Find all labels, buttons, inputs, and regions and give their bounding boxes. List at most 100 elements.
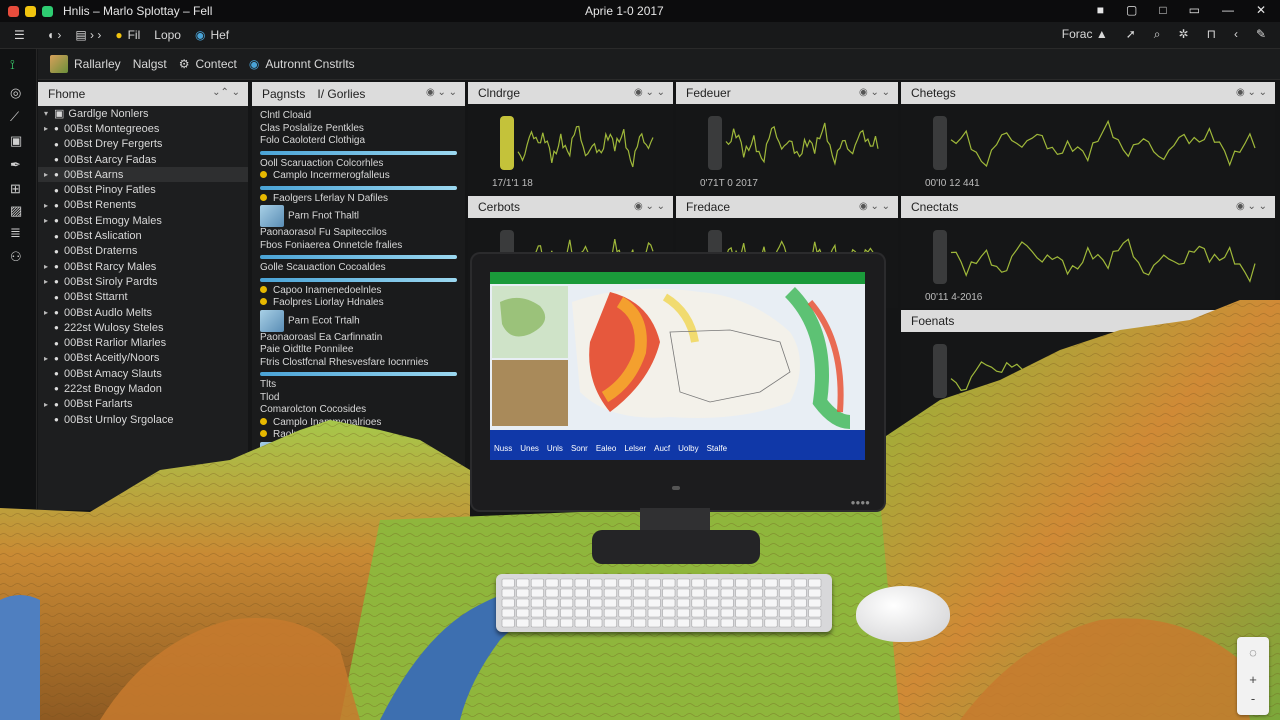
desktop-monitor: Nuss Unes Unls Sonr Ealeo Lelser Aucf Uolby Stal…: [472, 254, 884, 510]
keyboard-key: [545, 608, 559, 618]
keyboard-key: [530, 588, 544, 598]
keyboard-key: [764, 598, 778, 608]
keyboard-key: [676, 618, 690, 628]
keyboard-key: [545, 598, 559, 608]
keyboard-key: [647, 578, 661, 588]
keyboard-key: [618, 618, 632, 628]
keyboard-key: [691, 618, 705, 628]
keyboard-key: [691, 598, 705, 608]
keyboard-key: [749, 618, 763, 628]
keyboard-key: [691, 588, 705, 598]
monitor-status-label: Aucf: [654, 444, 671, 453]
keyboard-key: [633, 578, 647, 588]
monitor-status-label: Nuss: [494, 444, 513, 453]
keyboard-key: [779, 608, 793, 618]
keyboard-key: [603, 578, 617, 588]
keyboard-key: [516, 618, 530, 628]
keyboard-key: [501, 578, 515, 588]
keyboard-key: [706, 598, 720, 608]
keyboard-key: [603, 618, 617, 628]
keyboard-key: [560, 598, 574, 608]
keyboard-key: [662, 578, 676, 588]
keyboard-key: [647, 608, 661, 618]
keyboard-key: [808, 608, 822, 618]
keyboard-key: [720, 598, 734, 608]
keyboard-key: [662, 598, 676, 608]
keyboard-key: [691, 608, 705, 618]
keyboard-key: [764, 588, 778, 598]
keyboard-key: [749, 578, 763, 588]
keyboard-key: [706, 578, 720, 588]
keyboard-key: [706, 618, 720, 628]
keyboard-key: [808, 598, 822, 608]
keyboard-key: [808, 588, 822, 598]
keyboard-key: [676, 588, 690, 598]
keyboard-keys-graphic: [501, 578, 822, 628]
keyboard-key: [574, 578, 588, 588]
keyboard-key: [501, 598, 515, 608]
keyboard-key: [530, 608, 544, 618]
keyboard-key: [735, 578, 749, 588]
keyboard-key: [618, 588, 632, 598]
keyboard-key: [501, 588, 515, 598]
keyboard-key: [516, 608, 530, 618]
keyboard-key: [545, 618, 559, 628]
keyboard-key: [676, 608, 690, 618]
map-zoom-control: ◌ + ‑: [1237, 637, 1269, 715]
keyboard-key: [618, 598, 632, 608]
keyboard-key: [662, 618, 676, 628]
keyboard-key: [560, 578, 574, 588]
keyboard-key: [691, 578, 705, 588]
keyboard-key: [574, 608, 588, 618]
keyboard-key: [793, 618, 807, 628]
zoom-out-button[interactable]: ‑: [1237, 691, 1269, 706]
zoom-in-button[interactable]: +: [1237, 672, 1269, 687]
monitor-status-label: Unes: [520, 444, 539, 453]
keyboard-key: [764, 618, 778, 628]
keyboard-key: [647, 598, 661, 608]
keyboard-key: [560, 618, 574, 628]
keyboard-key: [574, 588, 588, 598]
monitor-power-icon: ●●●●: [850, 498, 870, 507]
keyboard-key: [793, 578, 807, 588]
keyboard-key: [530, 578, 544, 588]
weather-map-graphic: [490, 272, 865, 460]
monitor-logo: [672, 486, 680, 490]
keyboard-key: [720, 588, 734, 598]
compass-icon[interactable]: ◌: [1237, 645, 1269, 660]
keyboard-key: [501, 618, 515, 628]
keyboard-key: [793, 598, 807, 608]
keyboard-key: [662, 588, 676, 598]
keyboard-key: [647, 618, 661, 628]
keyboard-key: [589, 608, 603, 618]
keyboard-key: [808, 618, 822, 628]
keyboard-key: [574, 598, 588, 608]
keyboard-key: [779, 578, 793, 588]
keyboard-key: [720, 618, 734, 628]
keyboard-key: [603, 598, 617, 608]
keyboard-key: [706, 588, 720, 598]
keyboard-key: [808, 578, 822, 588]
keyboard-key: [589, 598, 603, 608]
keyboard-key: [516, 598, 530, 608]
keyboard-key: [545, 588, 559, 598]
monitor-status-label: Uolby: [678, 444, 699, 453]
keyboard-key: [735, 598, 749, 608]
keyboard-key: [516, 588, 530, 598]
keyboard-key: [662, 608, 676, 618]
monitor-status-label: Lelser: [624, 444, 647, 453]
keyboard-key: [793, 608, 807, 618]
computer-mouse: [856, 586, 950, 642]
keyboard-key: [603, 608, 617, 618]
keyboard-key: [779, 598, 793, 608]
keyboard-key: [676, 578, 690, 588]
keyboard-key: [603, 588, 617, 598]
keyboard-key: [676, 598, 690, 608]
monitor-status-label: Sonr: [570, 444, 588, 453]
keyboard-key: [530, 598, 544, 608]
keyboard-key: [589, 588, 603, 598]
keyboard-key: [633, 608, 647, 618]
keyboard-key: [633, 618, 647, 628]
keyboard-key: [764, 608, 778, 618]
keyboard-key: [735, 588, 749, 598]
